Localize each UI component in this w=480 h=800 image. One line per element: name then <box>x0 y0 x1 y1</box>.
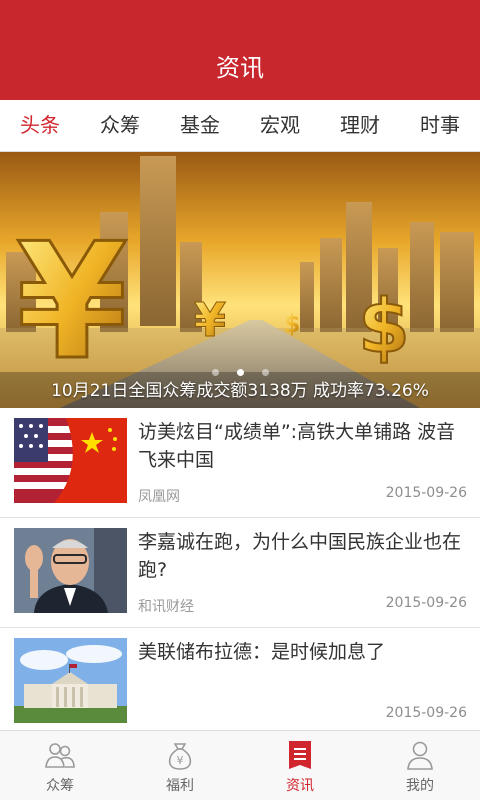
news-thumbnail <box>14 528 127 613</box>
svg-text:¥: ¥ <box>16 208 127 395</box>
news-headline: 美联储布拉德：是时候加息了 <box>138 641 386 663</box>
nav-mine[interactable]: 我的 <box>360 731 480 800</box>
news-headline: 访美炫目“成绩单”:高铁大单铺路 波音飞来中国 <box>138 421 456 471</box>
tab-crowdfunding[interactable]: 众筹 <box>80 100 160 151</box>
news-thumbnail <box>14 638 127 723</box>
title-bar: 资讯 <box>0 0 480 100</box>
nav-label: 我的 <box>406 778 434 794</box>
bottom-navigation: 众筹 ¥ 福利 资讯 我的 <box>0 730 480 800</box>
svg-text:$: $ <box>284 310 301 338</box>
svg-text:¥: ¥ <box>194 293 226 347</box>
news-source: 和讯财经 <box>138 599 194 615</box>
tab-headlines[interactable]: 头条 <box>0 100 80 151</box>
page-title: 资讯 <box>216 54 264 82</box>
news-item[interactable]: 李嘉诚在跑，为什么中国民族企业也在跑? 和讯财经 2015-09-26 <box>0 518 480 628</box>
nav-benefits[interactable]: ¥ 福利 <box>120 731 240 800</box>
nav-crowdfunding[interactable]: 众筹 <box>0 731 120 800</box>
money-bag-icon: ¥ <box>168 743 192 770</box>
svg-text:¥: ¥ <box>177 754 184 767</box>
tab-macro[interactable]: 宏观 <box>240 100 320 151</box>
news-source: 凤凰网 <box>138 489 180 505</box>
carousel-dot <box>261 369 269 376</box>
nav-label: 众筹 <box>46 778 74 794</box>
news-date: 2015-09-26 <box>385 595 467 611</box>
news-date: 2015-09-26 <box>385 705 467 721</box>
tab-current-affairs[interactable]: 时事 <box>400 100 480 151</box>
nav-label: 福利 <box>166 778 194 794</box>
tab-wealth[interactable]: 理财 <box>320 100 400 151</box>
tab-funds[interactable]: 基金 <box>160 100 240 151</box>
crowd-icon <box>45 743 75 768</box>
banner-caption: 10月21日全国众筹成交额3138万 成功率73.26% <box>51 381 429 401</box>
news-date: 2015-09-26 <box>385 485 467 501</box>
news-icon <box>289 741 311 769</box>
news-thumbnail <box>14 418 127 503</box>
news-headline: 李嘉诚在跑，为什么中国民族企业也在跑? <box>138 531 462 581</box>
news-item[interactable]: 美联储布拉德：是时候加息了 2015-09-26 <box>0 628 480 738</box>
carousel-indicator <box>0 369 480 376</box>
banner-carousel[interactable]: ¥ ¥ $ $ 10月21日全国众筹成交额3138万 成功率73.26% <box>0 152 480 408</box>
user-icon <box>407 741 433 770</box>
category-tabs: 头条 众筹 基金 宏观 理财 时事 <box>0 100 480 152</box>
carousel-dot-active <box>236 369 244 376</box>
svg-text:$: $ <box>358 284 410 370</box>
carousel-dot <box>211 369 219 376</box>
news-item[interactable]: 访美炫目“成绩单”:高铁大单铺路 波音飞来中国 凤凰网 2015-09-26 <box>0 408 480 518</box>
nav-label: 资讯 <box>286 778 314 794</box>
news-list: 访美炫目“成绩单”:高铁大单铺路 波音飞来中国 凤凰网 2015-09-26 李… <box>0 408 480 738</box>
nav-news[interactable]: 资讯 <box>240 731 360 800</box>
